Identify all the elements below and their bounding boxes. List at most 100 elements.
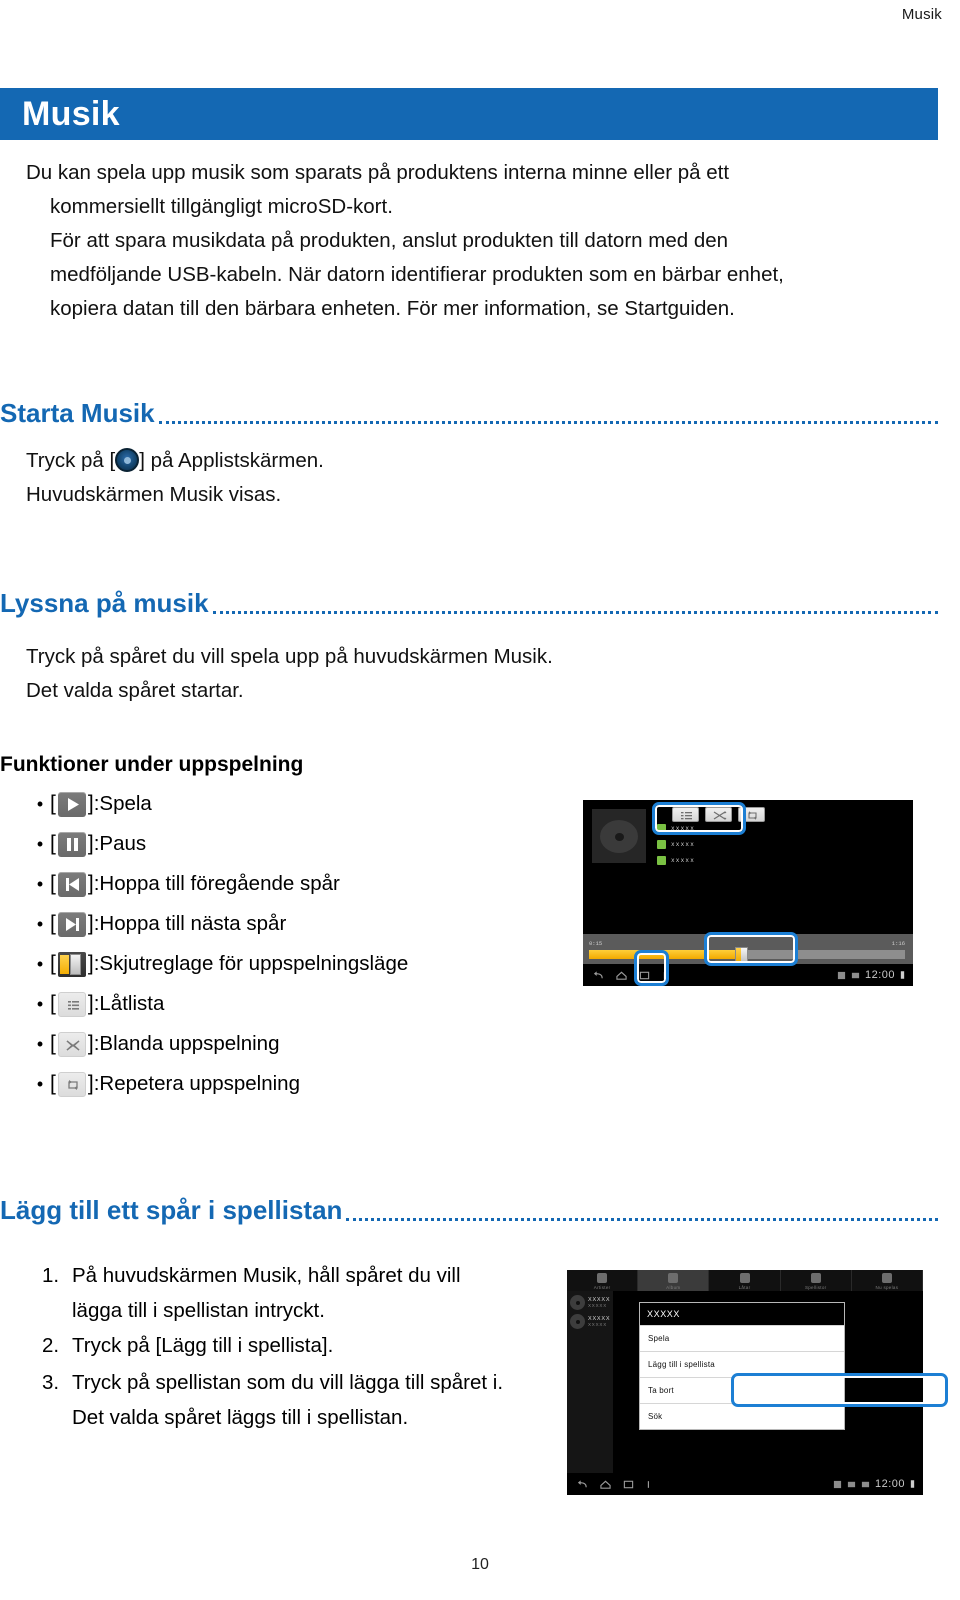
menu-item-lagg-till-i-spellista[interactable]: Lägg till i spellista <box>640 1351 844 1377</box>
artist-icon <box>657 839 666 849</box>
seek-bar-area: 0:15 1:16 <box>583 934 913 964</box>
menu-item-spela[interactable]: Spela <box>640 1325 844 1351</box>
repeat-icon[interactable] <box>738 807 765 822</box>
section-title: Starta Musik <box>0 398 155 428</box>
step-text: Tryck på [Lägg till i spellista]. <box>72 1334 334 1357</box>
list-item-step-3: 3. Tryck på spellistan som du vill lägga… <box>42 1365 503 1400</box>
bullet-marker: • <box>36 874 44 894</box>
tab-latar[interactable]: Låtar <box>709 1270 781 1291</box>
step-number: 3. <box>42 1371 60 1394</box>
nav-left-group <box>583 970 667 981</box>
page-number: 10 <box>471 1556 489 1573</box>
context-menu-title: XXXXX <box>640 1303 844 1325</box>
playlist-icon <box>810 1273 821 1283</box>
intro-line-2: kommersiellt tillgängligt microSD-kort. <box>50 195 393 218</box>
list-item-step-2: 2. Tryck på [Lägg till i spellista]. <box>42 1328 333 1363</box>
album-icon <box>657 855 666 865</box>
tab-artister[interactable]: Artister <box>567 1270 639 1291</box>
list-item-label: Spela <box>99 792 152 815</box>
bracket-open: [ <box>50 1032 56 1055</box>
step-text: På huvudskärmen Musik, håll spåret du vi… <box>72 1264 461 1287</box>
tab-label: Låtar <box>738 1285 751 1290</box>
step-1-continuation: lägga till i spellistan intryckt. <box>72 1299 325 1322</box>
song-icon <box>739 1273 750 1283</box>
section-title: Lägg till ett spår i spellistan <box>0 1195 343 1225</box>
recents-icon[interactable] <box>639 970 650 981</box>
bullet-marker: • <box>36 954 44 974</box>
section-heading-starta-musik: Starta Musik <box>0 398 938 428</box>
list-item[interactable]: XXXXX XXXXX <box>567 1310 613 1329</box>
list-item-label: Låtlista <box>99 992 165 1015</box>
list-item-playlist: • [ ] : Låtlista <box>30 984 408 1024</box>
tab-spellistor[interactable]: Spellistor <box>781 1270 852 1291</box>
menu-item-sok[interactable]: Sök <box>640 1403 844 1429</box>
intro-line-3: För att spara musikdata på produkten, an… <box>50 229 729 252</box>
bullet-marker: • <box>36 794 44 814</box>
list-item-shuffle: • [ ] : Blanda uppspelning <box>30 1024 408 1064</box>
functions-heading: Funktioner under uppspelning <box>0 753 304 776</box>
list-item[interactable]: XXXXX XXXXX <box>567 1291 613 1310</box>
android-nav-bar: 12:00 <box>567 1473 923 1495</box>
section-title: Lyssna på musik <box>0 588 209 618</box>
seek-slider-icon[interactable] <box>734 947 748 962</box>
menu-tab-bar: Artister Album Låtar Spellistor Nu spela… <box>567 1270 924 1291</box>
repeat-icon <box>57 1071 86 1097</box>
starta-musik-prefix: Tryck på [ <box>26 449 116 472</box>
menu-icon[interactable] <box>646 1479 651 1490</box>
list-item-label: Hoppa till nästa spår <box>99 912 287 935</box>
music-app-icon <box>115 448 140 472</box>
tab-album[interactable]: Album <box>638 1270 710 1291</box>
android-nav-bar: 12:00 <box>583 964 913 986</box>
back-icon[interactable] <box>593 970 604 981</box>
metadata-value: xxxxx <box>671 840 696 848</box>
screenshot-icon <box>851 972 860 978</box>
status-clock: 12:00 <box>864 969 895 981</box>
back-icon[interactable] <box>577 1479 588 1490</box>
intro-line-1: Du kan spela upp musik som sparats på pr… <box>26 161 730 184</box>
menu-icon[interactable] <box>662 970 667 981</box>
starta-musik-line-2: Huvudskärmen Musik visas. <box>26 483 282 506</box>
lyssna-line-2: Det valda spåret startar. <box>26 679 244 702</box>
page-title: Musik <box>22 94 120 133</box>
list-item-step-1: 1. På huvudskärmen Musik, håll spåret du… <box>42 1258 461 1293</box>
running-header: Musik <box>901 6 942 23</box>
previous-icon <box>57 871 86 897</box>
lyssna-body: Tryck på spåret du vill spela upp på huv… <box>26 640 906 708</box>
now-playing-icon <box>881 1273 892 1283</box>
album-art <box>592 809 646 863</box>
playlist-icon[interactable] <box>672 807 699 822</box>
tab-nu-spelas[interactable]: Nu spelas <box>852 1270 924 1291</box>
metadata-row: xxxxx <box>657 854 695 866</box>
track-metadata: xxxxx xxxxx xxxxx <box>657 822 695 870</box>
section-heading-lyssna-pa-musik: Lyssna på musik <box>0 588 938 618</box>
section-dotted-rule <box>346 1217 938 1221</box>
playlist-step-3: 3. Tryck på spellistan som du vill lägga… <box>42 1365 503 1400</box>
bracket-open: [ <box>50 992 56 1015</box>
list-item-label: Paus <box>99 832 147 855</box>
intro-line-4: medföljande USB-kabeln. När datorn ident… <box>50 263 784 286</box>
metadata-row: xxxxx <box>657 838 695 850</box>
sdcard-icon <box>837 971 846 979</box>
usb-icon <box>847 1481 856 1487</box>
home-icon[interactable] <box>600 1479 611 1490</box>
disc-icon <box>600 820 638 853</box>
total-time: 1:16 <box>891 940 905 947</box>
list-item-label: Skjutreglage för uppspelningsläge <box>99 952 409 975</box>
bracket-open: [ <box>50 872 56 895</box>
seek-progress-fill <box>589 950 741 959</box>
list-item-label: Repetera uppspelning <box>99 1072 300 1095</box>
bracket-open: [ <box>50 1072 56 1095</box>
recents-icon[interactable] <box>623 1479 634 1490</box>
list-item-next: • [ ] : Hoppa till nästa spår <box>30 904 408 944</box>
playlist-step-2: 2. Tryck på [Lägg till i spellista]. <box>42 1328 333 1363</box>
album-subtitle: XXXXX <box>588 1303 608 1308</box>
nav-left-group <box>567 1479 651 1490</box>
home-icon[interactable] <box>616 970 627 981</box>
metadata-value: xxxxx <box>671 856 696 864</box>
list-item-label: Blanda uppspelning <box>99 1032 280 1055</box>
shuffle-icon[interactable] <box>705 807 732 822</box>
list-item-label: Hoppa till föregående spår <box>99 872 340 895</box>
menu-item-ta-bort[interactable]: Ta bort <box>640 1377 844 1403</box>
seek-slider-icon <box>57 951 86 977</box>
track-icon <box>657 823 666 833</box>
